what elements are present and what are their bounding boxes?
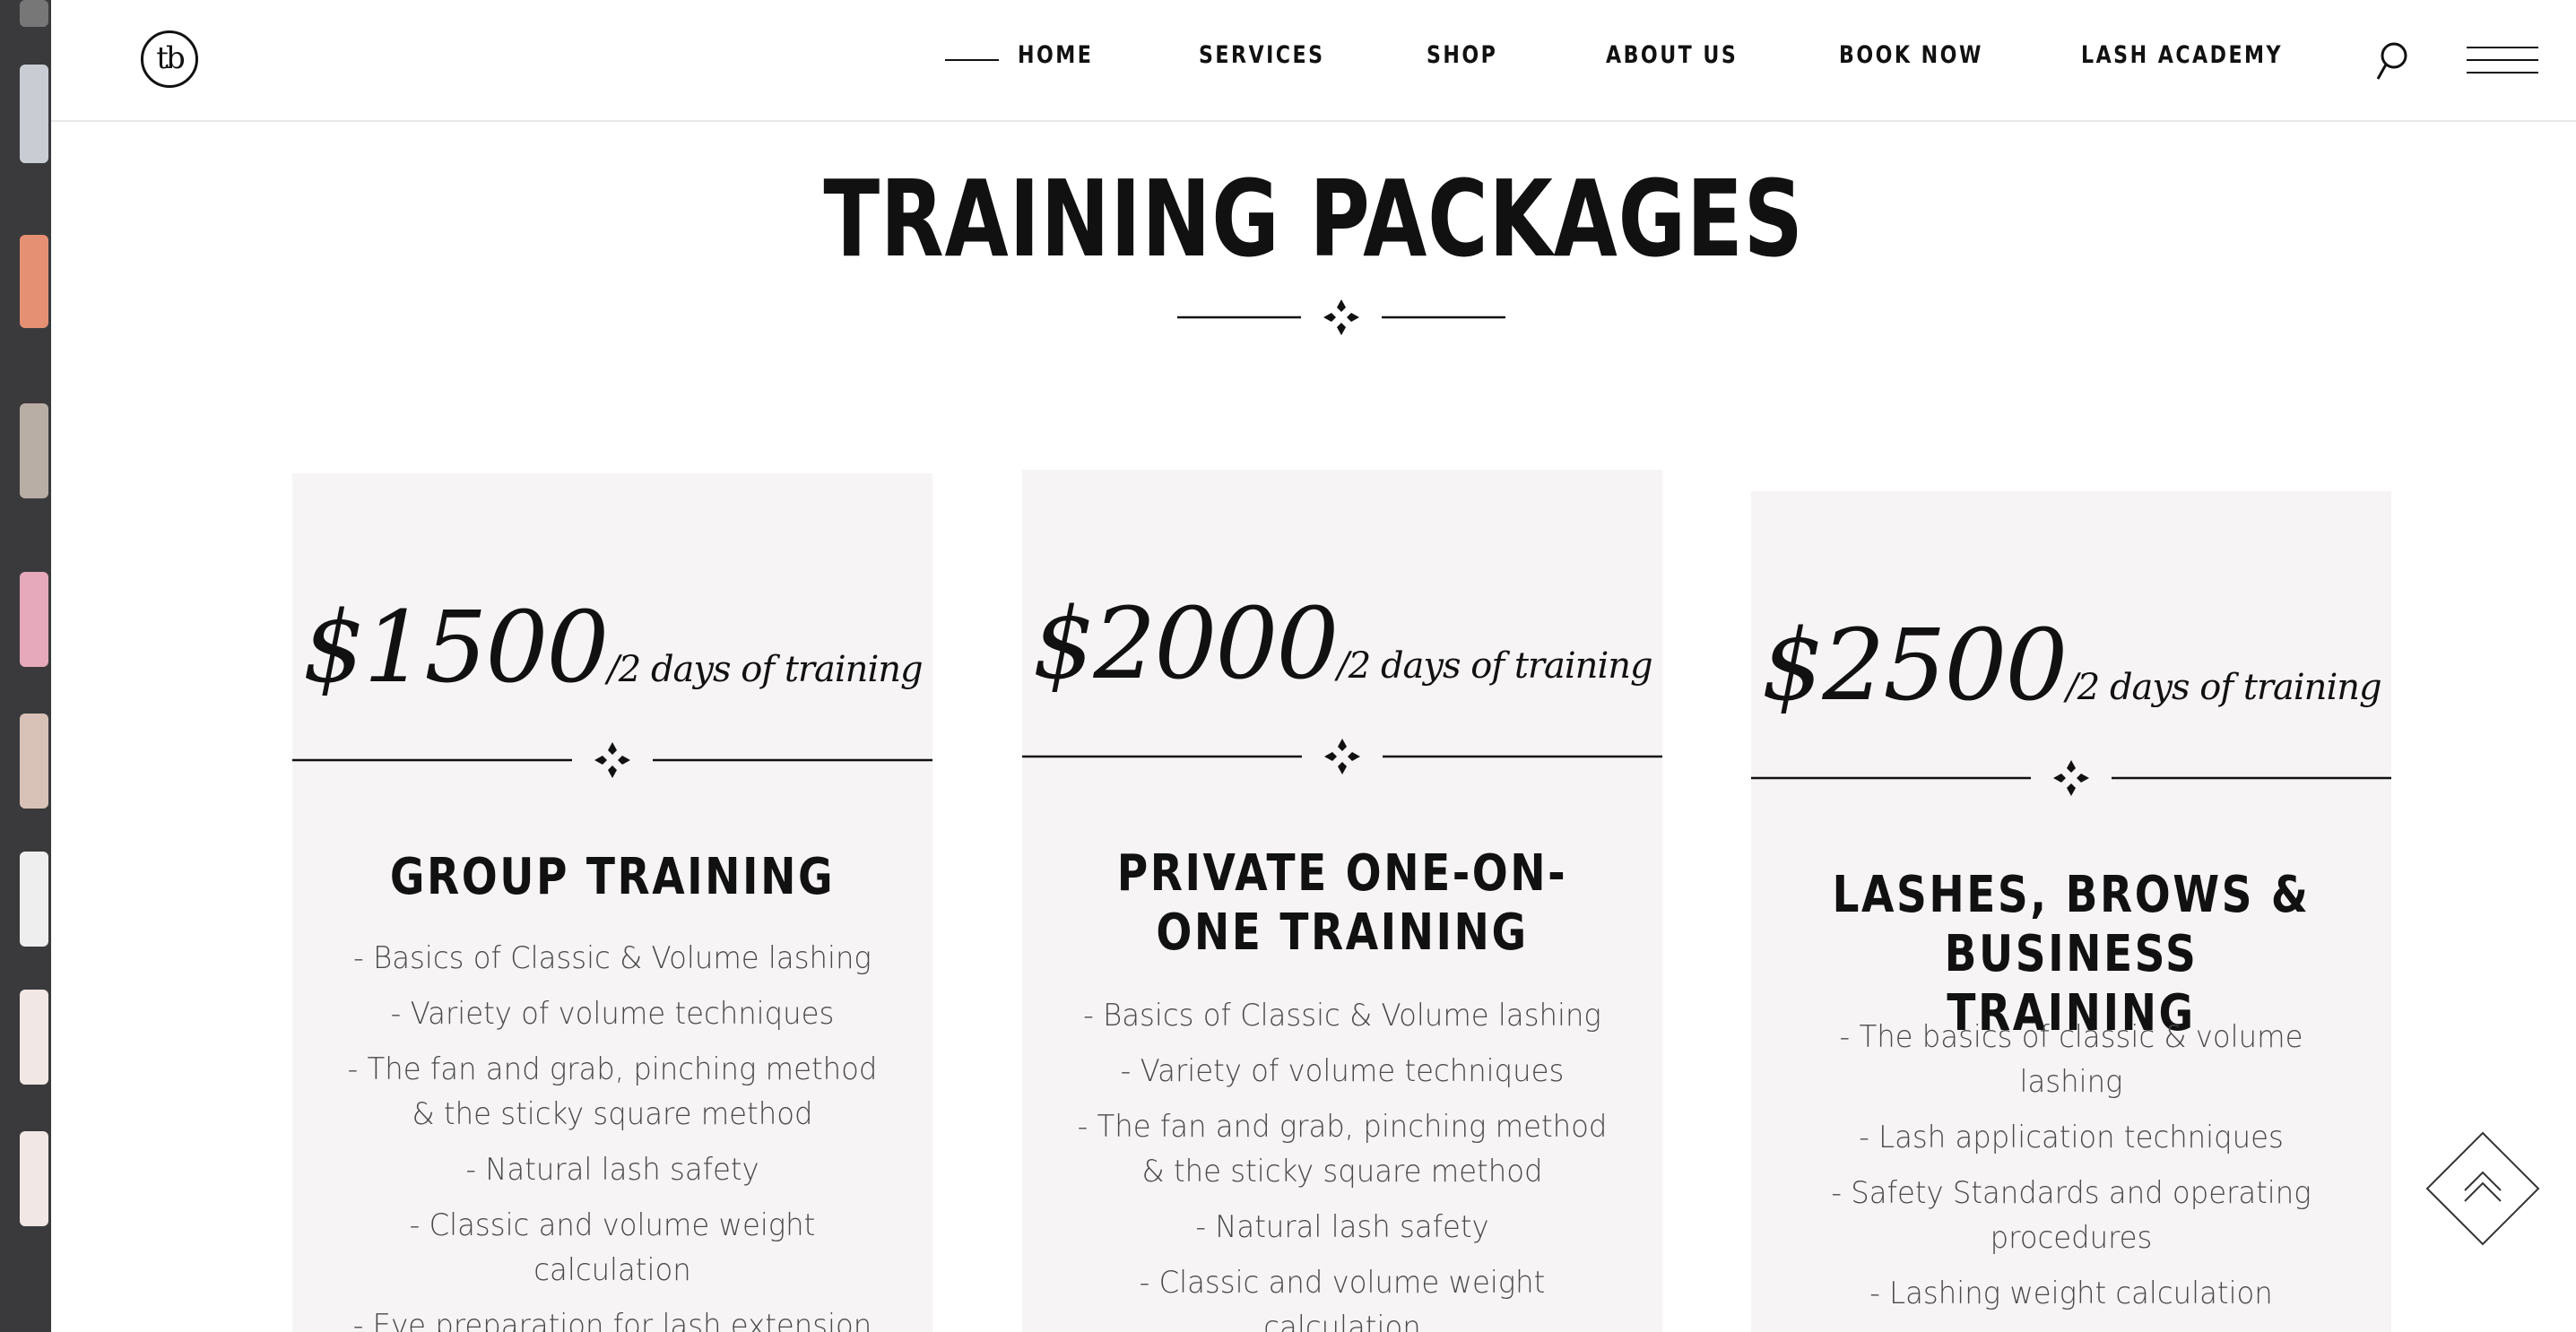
feature-list: - The basics of classic & volume lashing… xyxy=(1787,1015,2355,1327)
diamond-ornament-icon xyxy=(1022,739,1662,774)
card-title: PRIVATE ONE-ON-ONE TRAINING xyxy=(1116,844,1568,962)
nav-lash-academy[interactable]: LASH ACADEMY xyxy=(2081,41,2283,69)
feature-item: - The basics of classic & volume lashing xyxy=(1839,1019,2303,1100)
feature-item: - Lash application techniques xyxy=(1859,1120,2284,1155)
nav-about-us[interactable]: ABOUT US xyxy=(1606,41,1738,69)
dock-thumb xyxy=(20,990,48,1085)
dock-thumb xyxy=(20,714,48,809)
dock-thumb xyxy=(20,1131,48,1226)
price: $2000 xyxy=(1032,586,1339,701)
dock-strip xyxy=(0,0,51,1332)
hamburger-menu-icon[interactable] xyxy=(2467,45,2538,75)
feature-item: - Lashing weight calculation xyxy=(1869,1276,2273,1311)
diamond-ornament-icon xyxy=(1177,299,1505,335)
feature-item: - Classic and volume weight calculation xyxy=(409,1207,816,1288)
dock-thumb xyxy=(20,572,48,667)
page-title: TRAINING PACKAGES xyxy=(823,157,1804,281)
nav-book-now[interactable]: BOOK NOW xyxy=(1839,41,1983,69)
main-nav: HOME SERVICES SHOP ABOUT US BOOK NOW LAS… xyxy=(51,0,2576,122)
diamond-ornament-icon xyxy=(292,742,932,778)
feature-item: - Classic and volume weight calculation xyxy=(1139,1265,1546,1332)
diamond-ornament-icon xyxy=(1751,760,2391,796)
pricing-card-business: $2500/2 days of training LASHES, BROWS &… xyxy=(1751,491,2391,1332)
nav-services[interactable]: SERVICES xyxy=(1199,41,1324,69)
site-header: tb HOME SERVICES SHOP ABOUT US BOOK NOW … xyxy=(51,0,2576,122)
price-note: /2 days of training xyxy=(2066,667,2381,708)
search-icon[interactable] xyxy=(2372,39,2412,84)
feature-item: - The fan and grab, pinching method & th… xyxy=(347,1051,878,1132)
feature-item: - The fan and grab, pinching method & th… xyxy=(1077,1109,1608,1189)
dock-thumb xyxy=(20,852,48,947)
nav-active-indicator xyxy=(945,59,999,61)
feature-item: - Safety Standards and operating procedu… xyxy=(1831,1175,2311,1256)
dock-thumb xyxy=(20,235,48,328)
price-note: /2 days of training xyxy=(607,649,923,690)
feature-list: - Basics of Classic & Volume lashing - V… xyxy=(328,936,897,1332)
feature-item: - Basics of Classic & Volume lashing xyxy=(353,940,872,976)
feature-item: - Eye preparation for lash extension xyxy=(352,1308,872,1332)
nav-home[interactable]: HOME xyxy=(1018,41,1093,69)
feature-item: - Natural lash safety xyxy=(1195,1209,1489,1245)
price: $2500 xyxy=(1761,608,2068,722)
feature-item: - Variety of volume techniques xyxy=(1120,1053,1565,1089)
pricing-card-group: $1500/2 days of training GROUP TRAINING … xyxy=(292,473,932,1332)
card-title: GROUP TRAINING xyxy=(389,848,836,906)
price: $1500 xyxy=(302,590,609,705)
feature-item: - Basics of Classic & Volume lashing xyxy=(1083,998,1601,1034)
price-row: $1500/2 days of training xyxy=(292,590,932,705)
price-note: /2 days of training xyxy=(1337,645,1652,687)
feature-item: - Variety of volume techniques xyxy=(390,996,835,1032)
price-row: $2000/2 days of training xyxy=(1022,586,1662,701)
feature-list: - Basics of Classic & Volume lashing - V… xyxy=(1058,993,1626,1332)
dock-thumb xyxy=(20,65,48,163)
feature-item: - Natural lash safety xyxy=(465,1152,759,1188)
nav-shop[interactable]: SHOP xyxy=(1427,41,1497,69)
price-row: $2500/2 days of training xyxy=(1751,608,2391,722)
chevron-up-icon[interactable] xyxy=(2425,1131,2540,1246)
pricing-card-private: $2000/2 days of training PRIVATE ONE-ON-… xyxy=(1022,470,1662,1332)
dock-thumb xyxy=(20,0,48,27)
dock-thumb xyxy=(20,403,48,498)
